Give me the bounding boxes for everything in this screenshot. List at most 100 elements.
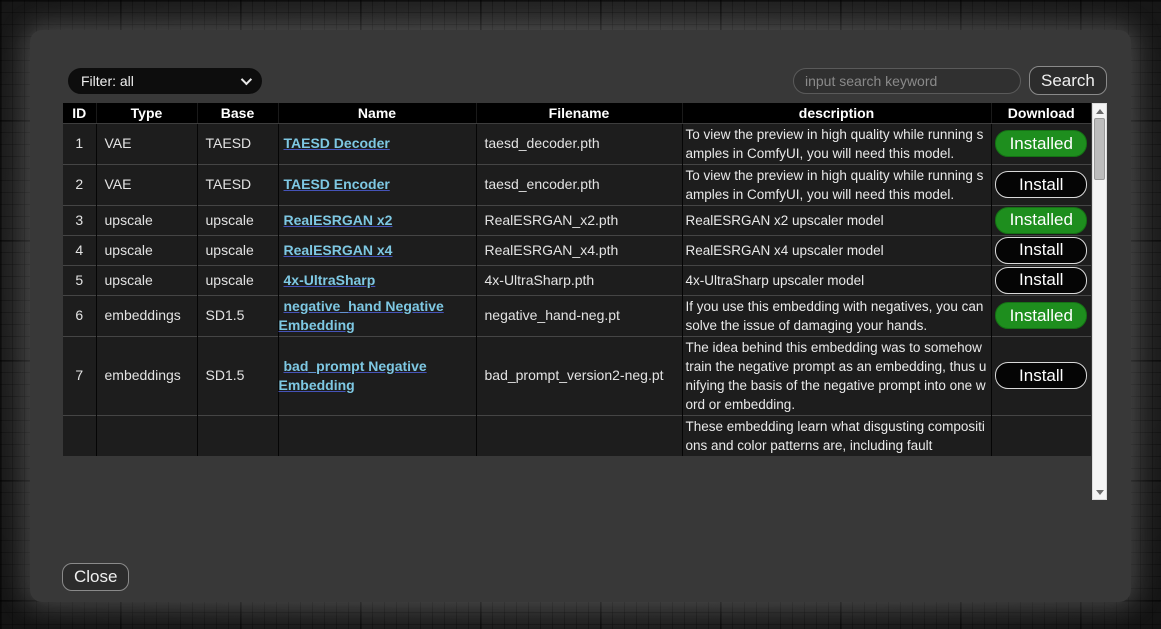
cell-base: upscale	[197, 235, 278, 265]
cell-download: Install	[991, 164, 1091, 205]
cell-filename: taesd_decoder.pth	[476, 123, 682, 164]
model-manager-dialog: Filter: all Search IDTypeBaseNameFilenam…	[30, 30, 1131, 602]
cell-id: 6	[63, 295, 96, 336]
cell-id: 7	[63, 336, 96, 415]
cell-name: RealESRGAN x4	[278, 235, 476, 265]
chevron-down-icon	[241, 74, 252, 85]
cell-name: TAESD Decoder	[278, 123, 476, 164]
cell-description: These embedding learn what disgusting co…	[682, 415, 991, 456]
table-row: 5upscaleupscale4x-UltraSharp4x-UltraShar…	[63, 265, 1091, 295]
cell-download: Installed	[991, 205, 1091, 235]
cell-type: embeddings	[96, 336, 197, 415]
cell-description: RealESRGAN x2 upscaler model	[682, 205, 991, 235]
models-table: IDTypeBaseNameFilenamedescriptionDownloa…	[63, 103, 1091, 456]
cell-filename: taesd_encoder.pth	[476, 164, 682, 205]
model-name-link[interactable]: bad_prompt Negative Embedding	[279, 358, 427, 393]
model-name-link[interactable]: TAESD Encoder	[284, 176, 390, 192]
cell-base: upscale	[197, 265, 278, 295]
column-header-name: Name	[278, 103, 476, 123]
cell-download: Install	[991, 336, 1091, 415]
cell-description: To view the preview in high quality whil…	[682, 164, 991, 205]
table-row: 3upscaleupscaleRealESRGAN x2RealESRGAN_x…	[63, 205, 1091, 235]
cell-description: The idea behind this embedding was to so…	[682, 336, 991, 415]
cell-type: embeddings	[96, 295, 197, 336]
cell-description: RealESRGAN x4 upscaler model	[682, 235, 991, 265]
table-row: 7embeddingsSD1.5bad_prompt Negative Embe…	[63, 336, 1091, 415]
installed-button[interactable]: Installed	[995, 130, 1087, 157]
cell-id: 1	[63, 123, 96, 164]
cell-description: If you use this embedding with negatives…	[682, 295, 991, 336]
cell-filename: 4x-UltraSharp.pth	[476, 265, 682, 295]
model-name-link[interactable]: RealESRGAN x2	[284, 212, 393, 228]
table-header-row: IDTypeBaseNameFilenamedescriptionDownloa…	[63, 103, 1091, 123]
cell-name: bad_prompt Negative Embedding	[278, 336, 476, 415]
cell-base: SD1.5	[197, 336, 278, 415]
installed-button[interactable]: Installed	[995, 302, 1087, 329]
model-name-link[interactable]: RealESRGAN x4	[284, 242, 393, 258]
cell-download: Installed	[991, 123, 1091, 164]
cell-id: 5	[63, 265, 96, 295]
install-button[interactable]: Install	[995, 171, 1087, 198]
cell-base: TAESD	[197, 164, 278, 205]
cell-download: Installed	[991, 295, 1091, 336]
cell-base: upscale	[197, 205, 278, 235]
cell-name: 4x-UltraSharp	[278, 265, 476, 295]
search-input[interactable]	[793, 68, 1021, 94]
install-button[interactable]: Install	[995, 362, 1087, 389]
cell-filename	[476, 415, 682, 456]
install-button[interactable]: Install	[995, 237, 1087, 264]
table-row: 4upscaleupscaleRealESRGAN x4RealESRGAN_x…	[63, 235, 1091, 265]
cell-name	[278, 415, 476, 456]
cell-filename: RealESRGAN_x2.pth	[476, 205, 682, 235]
cell-id: 3	[63, 205, 96, 235]
column-header-filename: Filename	[476, 103, 682, 123]
scroll-up-arrow-icon[interactable]	[1093, 104, 1106, 118]
cell-filename: bad_prompt_version2-neg.pt	[476, 336, 682, 415]
column-header-type: Type	[96, 103, 197, 123]
column-header-description: description	[682, 103, 991, 123]
cell-name: TAESD Encoder	[278, 164, 476, 205]
model-name-link[interactable]: 4x-UltraSharp	[284, 272, 376, 288]
cell-type: upscale	[96, 205, 197, 235]
installed-button[interactable]: Installed	[995, 207, 1087, 234]
cell-type	[96, 415, 197, 456]
scrollbar-thumb[interactable]	[1094, 118, 1105, 180]
model-name-link[interactable]: negative_hand Negative Embedding	[279, 298, 444, 333]
filter-select[interactable]: Filter: all	[68, 68, 262, 94]
column-header-id: ID	[63, 103, 96, 123]
column-header-download: Download	[991, 103, 1091, 123]
cell-download: Install	[991, 235, 1091, 265]
cell-type: VAE	[96, 164, 197, 205]
install-button[interactable]: Install	[995, 267, 1087, 294]
table-row: 2VAETAESD TAESD Encoder taesd_encoder.pthT…	[63, 164, 1091, 205]
cell-id: 2	[63, 164, 96, 205]
search-button[interactable]: Search	[1029, 66, 1107, 95]
table-row: 6embeddingsSD1.5negative_hand Negative E…	[63, 295, 1091, 336]
cell-base: TAESD	[197, 123, 278, 164]
cell-description: 4x-UltraSharp upscaler model	[682, 265, 991, 295]
cell-type: upscale	[96, 265, 197, 295]
cell-download	[991, 415, 1091, 456]
cell-base: SD1.5	[197, 295, 278, 336]
models-table-container: IDTypeBaseNameFilenamedescriptionDownloa…	[63, 103, 1107, 500]
table-row: 1VAETAESD TAESD Decoder taesd_decoder.pthT…	[63, 123, 1091, 164]
cell-description: To view the preview in high quality whil…	[682, 123, 991, 164]
cell-name: RealESRGAN x2	[278, 205, 476, 235]
table-row: These embedding learn what disgusting co…	[63, 415, 1091, 456]
cell-type: upscale	[96, 235, 197, 265]
cell-id	[63, 415, 96, 456]
cell-filename: RealESRGAN_x4.pth	[476, 235, 682, 265]
canvas-background: Filter: all Search IDTypeBaseNameFilenam…	[0, 0, 1161, 629]
cell-download: Install	[991, 265, 1091, 295]
scroll-down-arrow-icon[interactable]	[1093, 485, 1106, 499]
cell-filename: negative_hand-neg.pt	[476, 295, 682, 336]
cell-base	[197, 415, 278, 456]
column-header-base: Base	[197, 103, 278, 123]
cell-type: VAE	[96, 123, 197, 164]
cell-id: 4	[63, 235, 96, 265]
model-name-link[interactable]: TAESD Decoder	[284, 135, 390, 151]
filter-select-value: Filter: all	[81, 73, 241, 89]
table-scrollbar[interactable]	[1092, 103, 1107, 500]
cell-name: negative_hand Negative Embedding	[278, 295, 476, 336]
close-button[interactable]: Close	[62, 563, 129, 591]
